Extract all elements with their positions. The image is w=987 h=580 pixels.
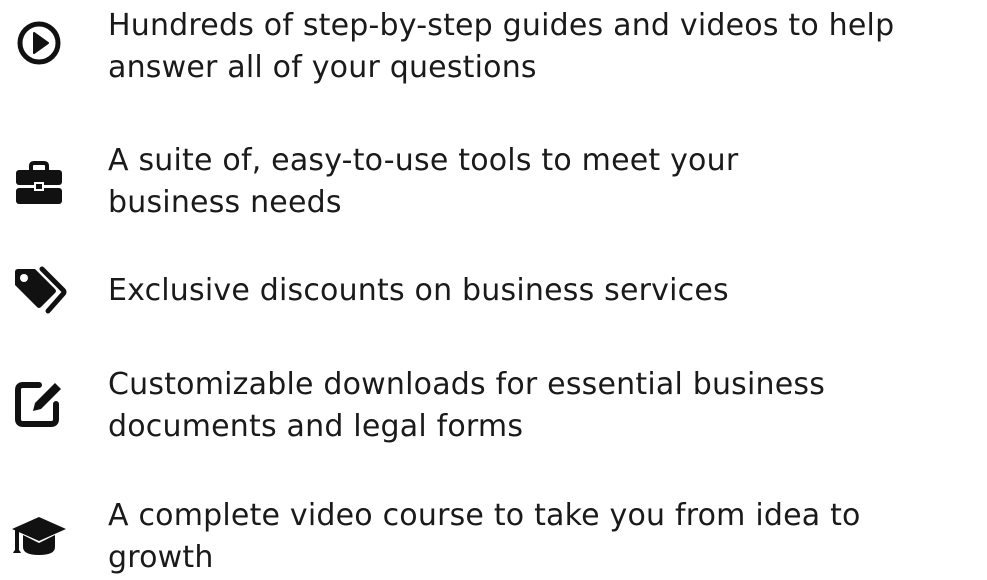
feature-text-discounts: Exclusive discounts on business services <box>108 273 729 308</box>
graduation-cap-icon <box>8 506 70 568</box>
play-circle-icon <box>8 12 70 74</box>
edit-icon <box>8 372 70 434</box>
feature-text-tools: A suite of, easy-to-use tools to meet yo… <box>108 143 739 220</box>
feature-text-guides: Hundreds of step-by-step guides and vide… <box>108 8 895 85</box>
feature-list: Hundreds of step-by-step guides and vide… <box>0 0 987 580</box>
feature-text-downloads: Customizable downloads for essential bus… <box>108 367 826 444</box>
briefcase-icon <box>8 152 70 214</box>
feature-text-course: A complete video course to take you from… <box>108 498 861 575</box>
tags-icon <box>8 261 70 323</box>
